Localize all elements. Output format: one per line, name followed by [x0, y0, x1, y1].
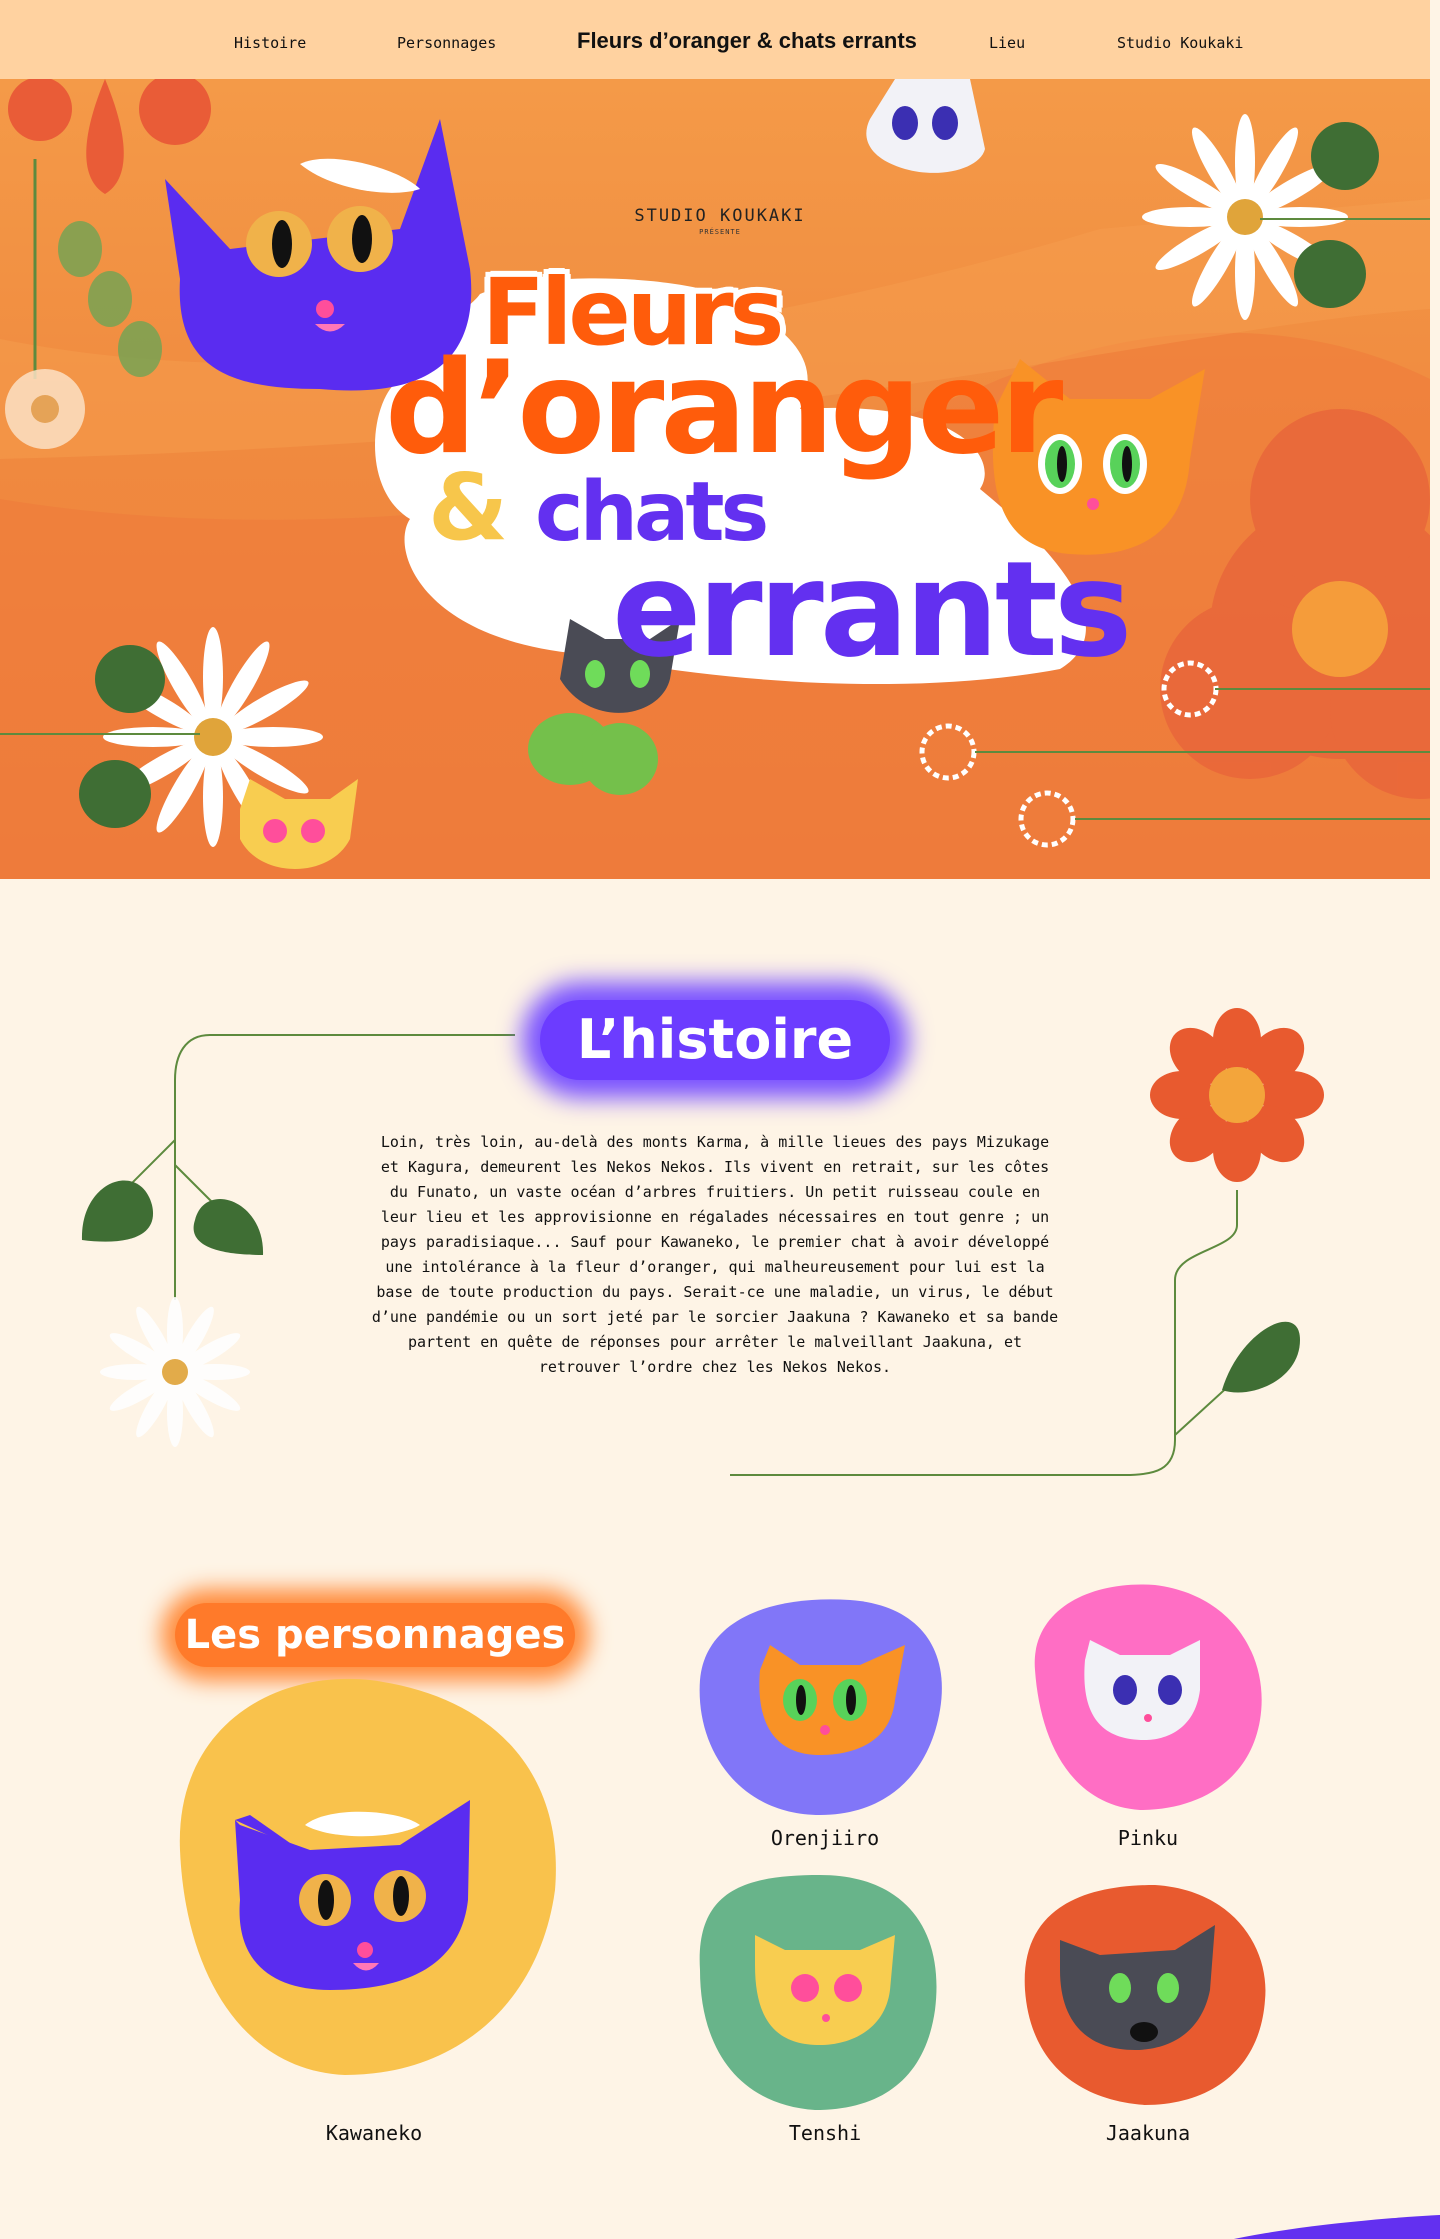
- histoire-text: Loin, très loin, au-delà des monts Karma…: [371, 1133, 1059, 1376]
- hero-title-ampersand: &: [428, 454, 508, 561]
- histoire-heading: L’histoire: [540, 1000, 890, 1080]
- site-title[interactable]: Fleurs d’oranger & chats errants: [577, 28, 917, 54]
- hero-banner: STUDIO KOUKAKI PRÉSENTE Fleurs d’oranger…: [0, 79, 1430, 879]
- studio-name: STUDIO KOUKAKI: [634, 206, 806, 226]
- character-name-orenjiiro: Orenjiiro: [770, 1826, 880, 1850]
- pale-flower-left: [5, 369, 85, 449]
- character-tenshi-portrait[interactable]: [699, 1875, 937, 2110]
- character-name-kawaneko: Kawaneko: [325, 2121, 423, 2145]
- nav-link-studio-koukaki[interactable]: Studio Koukaki: [1117, 34, 1243, 52]
- orange-flower-topleft: [8, 79, 211, 194]
- character-name-tenshi: Tenshi: [788, 2121, 862, 2145]
- footer-purple-wave: [1159, 2214, 1440, 2239]
- nav-link-histoire[interactable]: Histoire: [234, 34, 306, 52]
- top-navigation: Histoire Personnages Fleurs d’oranger & …: [0, 0, 1430, 79]
- pinku-cat-hero: [866, 79, 985, 173]
- orange-flower-histoire: [1150, 1008, 1324, 1182]
- character-kawaneko-portrait[interactable]: [179, 1678, 556, 2075]
- character-orenjiiro-portrait[interactable]: [699, 1599, 942, 1815]
- white-daisy-histoire: [100, 1297, 250, 1447]
- studio-presents: PRÉSENTE: [699, 228, 741, 236]
- studio-tag: STUDIO KOUKAKI PRÉSENTE: [620, 206, 820, 236]
- nav-link-lieu[interactable]: Lieu: [989, 34, 1025, 52]
- character-pinku-portrait[interactable]: [1034, 1584, 1262, 1810]
- character-name-pinku: Pinku: [1117, 1826, 1179, 1850]
- nav-link-personnages[interactable]: Personnages: [397, 34, 496, 52]
- character-name-jaakuna: Jaakuna: [1105, 2121, 1191, 2145]
- character-jaakuna-portrait[interactable]: [1024, 1885, 1266, 2105]
- hero-title-errants: errants: [612, 533, 1132, 687]
